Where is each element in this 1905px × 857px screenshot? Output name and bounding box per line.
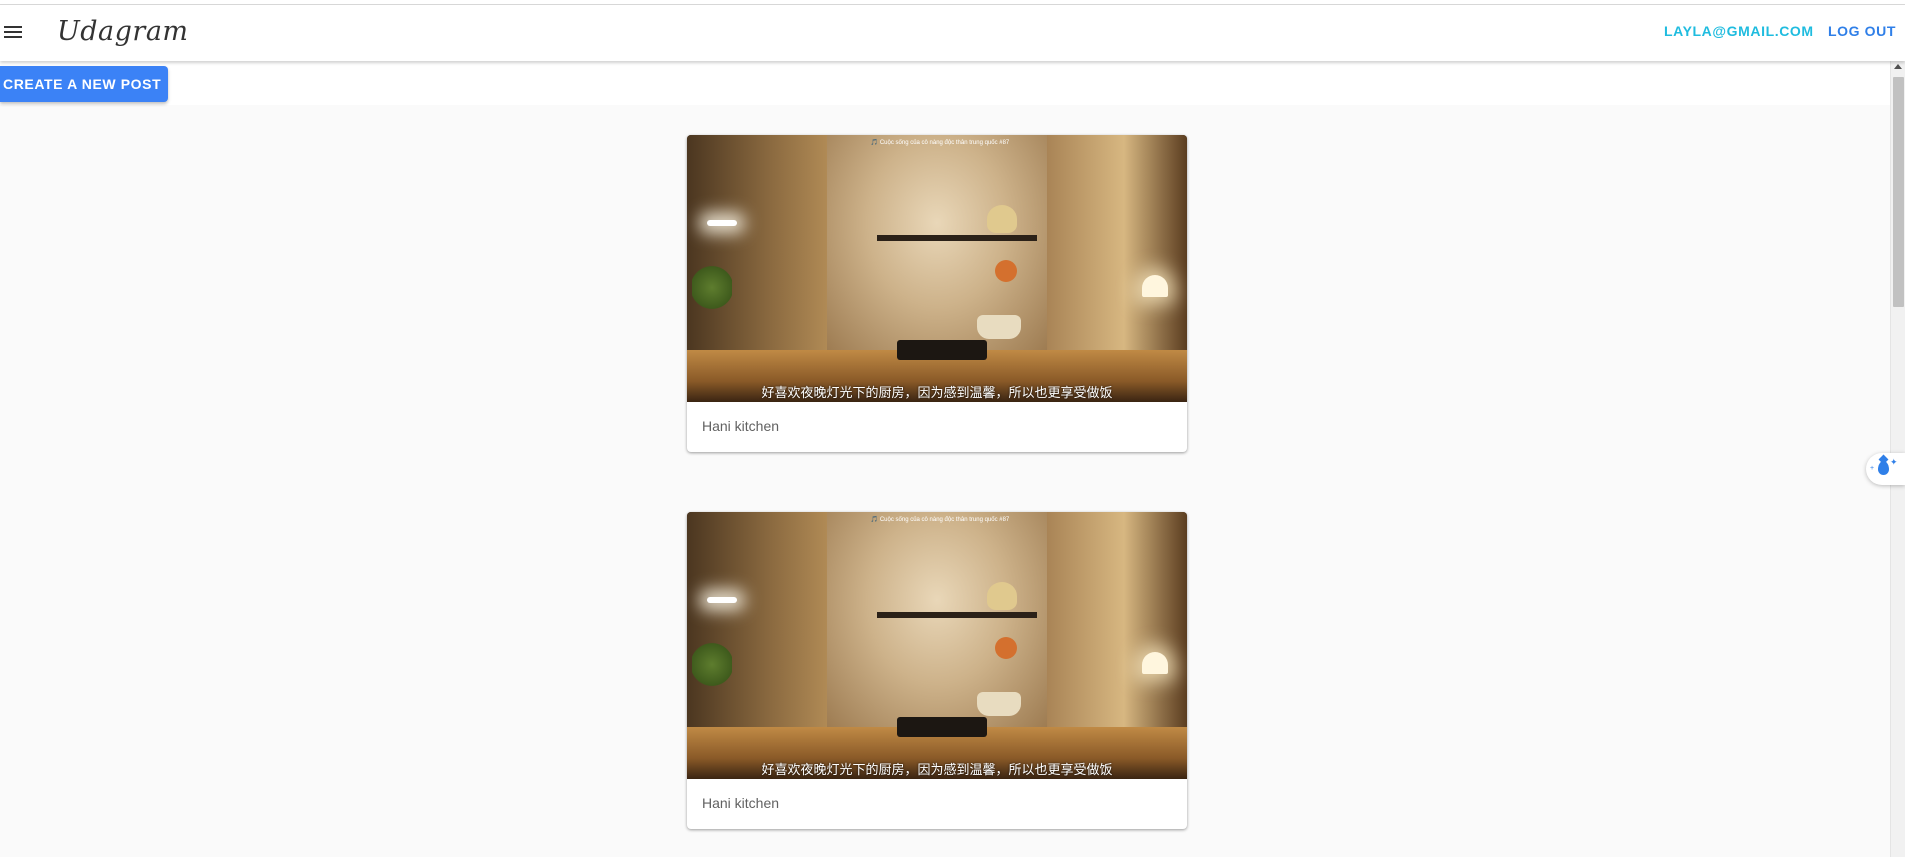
image-detail (1142, 652, 1168, 674)
menu-icon-bar (4, 36, 22, 38)
image-detail (987, 205, 1017, 233)
image-detail (977, 692, 1021, 716)
image-subtitle: 好喜欢夜晚灯光下的厨房，因为感到温馨，所以也更享受做饭 (761, 763, 1113, 778)
image-detail (1047, 512, 1187, 742)
sparkle-icon: + (1870, 465, 1875, 472)
image-detail (897, 340, 987, 360)
image-detail (692, 642, 732, 687)
image-detail (1047, 135, 1187, 365)
logout-button[interactable]: LOG OUT (1828, 23, 1896, 39)
image-detail (707, 597, 737, 603)
image-detail (977, 315, 1021, 339)
menu-icon[interactable] (0, 19, 26, 45)
post-card[interactable]: 🎵 Cuộc sống của cô nàng độc thân trung q… (687, 135, 1187, 452)
image-overlay-title: 🎵 Cuộc sống của cô nàng độc thân trung q… (870, 517, 1010, 523)
create-post-button[interactable]: CREATE A NEW POST (0, 66, 168, 102)
image-detail (687, 512, 827, 732)
user-email-link[interactable]: LAYLA@GMAIL.COM (1664, 23, 1814, 39)
post-card[interactable]: 🎵 Cuộc sống của cô nàng độc thân trung q… (687, 512, 1187, 829)
post-feed: 🎵 Cuộc sống của cô nàng độc thân trung q… (0, 105, 1890, 857)
app-toolbar: Udagram LAYLA@GMAIL.COM LOG OUT (0, 5, 1905, 61)
floating-extension-widget[interactable]: ✦ + (1866, 453, 1905, 485)
water-drop-sparkle-icon (1878, 461, 1889, 475)
image-detail (877, 235, 1037, 241)
app-brand-logo[interactable]: Udagram (57, 16, 189, 47)
menu-icon-bar (4, 26, 22, 28)
sparkle-icon: ✦ (1890, 457, 1898, 467)
image-detail (995, 637, 1017, 659)
image-detail (692, 265, 732, 310)
image-detail (897, 717, 987, 737)
image-detail (1142, 275, 1168, 297)
image-detail (987, 582, 1017, 610)
image-detail (877, 612, 1037, 618)
image-subtitle: 好喜欢夜晚灯光下的厨房，因为感到温馨，所以也更享受做饭 (761, 386, 1113, 401)
post-caption: Hani kitchen (702, 795, 780, 811)
post-image[interactable]: 🎵 Cuộc sống của cô nàng độc thân trung q… (687, 135, 1187, 402)
post-image[interactable]: 🎵 Cuộc sống của cô nàng độc thân trung q… (687, 512, 1187, 779)
image-overlay-title: 🎵 Cuộc sống của cô nàng độc thân trung q… (870, 140, 1010, 146)
image-detail (707, 220, 737, 226)
menu-icon-bar (4, 31, 22, 33)
scroll-thumb[interactable] (1893, 77, 1904, 307)
action-bar: CREATE A NEW POST (0, 61, 1890, 105)
post-caption: Hani kitchen (702, 418, 780, 434)
image-detail (687, 135, 827, 355)
image-detail (995, 260, 1017, 282)
scroll-up-arrow-icon[interactable] (1894, 64, 1902, 69)
